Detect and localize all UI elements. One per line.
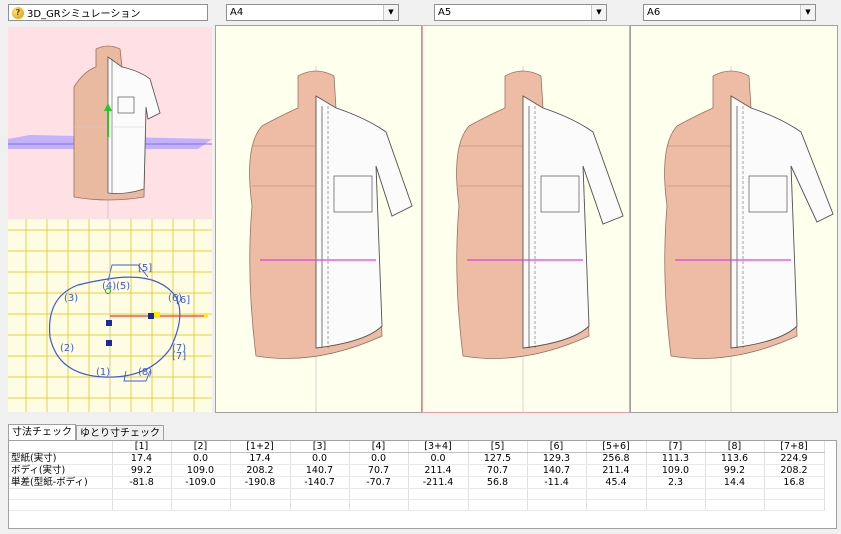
table-cell: 0.0 xyxy=(349,452,409,465)
table-cell: -11.4 xyxy=(527,476,587,489)
table-cell: 127.5 xyxy=(468,452,528,465)
view-select-1[interactable]: A4 ▼ xyxy=(226,4,399,21)
table-cell: 256.8 xyxy=(586,452,647,465)
row-label: ボディ(実寸) xyxy=(9,464,113,477)
column-header: [8] xyxy=(705,441,765,453)
view-select-1-value: A4 xyxy=(230,7,244,18)
view-select-3-value: A6 xyxy=(647,7,661,18)
garment-view-3[interactable] xyxy=(630,25,838,413)
table-cell: 99.2 xyxy=(112,464,172,477)
column-header: [2] xyxy=(171,441,231,453)
table-cell: -190.8 xyxy=(230,476,291,489)
chevron-down-icon[interactable]: ▼ xyxy=(383,5,398,20)
table-cell: 208.2 xyxy=(230,464,291,477)
table-cell: 45.4 xyxy=(586,476,647,489)
table-cell: 211.4 xyxy=(586,464,647,477)
body-point-marker[interactable] xyxy=(106,340,112,346)
window-title: 3D_GRシミュレーション xyxy=(27,9,141,20)
app-icon: ? xyxy=(12,6,24,19)
garment-view-2[interactable] xyxy=(422,25,630,413)
preview-3d-panel[interactable] xyxy=(8,27,212,219)
table-cell: 208.2 xyxy=(764,464,825,477)
table-cell: -211.4 xyxy=(408,476,469,489)
table-cell: 0.0 xyxy=(290,452,350,465)
table-cell: -70.7 xyxy=(349,476,409,489)
garment-render xyxy=(249,66,413,412)
grid-label: [7] xyxy=(172,351,186,362)
column-header: [7] xyxy=(646,441,706,453)
body-point-marker[interactable] xyxy=(154,312,160,318)
table-cell: 111.3 xyxy=(646,452,706,465)
grid-label: (5) xyxy=(116,281,130,292)
cross-section-diagram: [5] (4) (5) (3) (6) [6] (2) (7) [7] (1) … xyxy=(8,219,212,412)
chevron-down-icon[interactable]: ▼ xyxy=(591,5,606,20)
grid-label: (4) xyxy=(102,281,116,292)
column-header: [4] xyxy=(349,441,409,453)
table-header-row: [1] [2] [1+2] [3] [4] [3+4] [5] [6] [5+6… xyxy=(9,441,825,453)
view-select-3[interactable]: A6 ▼ xyxy=(643,4,816,21)
body-point-marker[interactable] xyxy=(148,313,154,319)
table-cell: 140.7 xyxy=(290,464,350,477)
column-header: [5] xyxy=(468,441,528,453)
table-cell: 113.6 xyxy=(705,452,765,465)
tab-dimension-check[interactable]: 寸法チェック xyxy=(8,424,76,441)
table-cell: 16.8 xyxy=(764,476,825,489)
table-cell: 129.3 xyxy=(527,452,587,465)
table-row: 単差(型紙-ボディ) -81.8 -109.0 -190.8 -140.7 -7… xyxy=(9,476,825,489)
tab-ease-check[interactable]: ゆとり寸チェック xyxy=(76,425,164,441)
grid-label: (2) xyxy=(60,343,74,354)
grid-label: (8) xyxy=(138,367,152,378)
body-point-marker[interactable] xyxy=(106,320,112,326)
view-select-2[interactable]: A5 ▼ xyxy=(434,4,607,21)
measurement-table: [1] [2] [1+2] [3] [4] [3+4] [5] [6] [5+6… xyxy=(8,440,837,529)
column-header: [5+6] xyxy=(586,441,647,453)
column-header: [6] xyxy=(527,441,587,453)
table-cell: 2.3 xyxy=(646,476,706,489)
table-cell: 224.9 xyxy=(764,452,825,465)
table-cell: -81.8 xyxy=(112,476,172,489)
table-cell: -109.0 xyxy=(171,476,231,489)
grid-label: [5] xyxy=(138,263,152,274)
column-header: [1+2] xyxy=(230,441,291,453)
table-cell: 17.4 xyxy=(230,452,291,465)
mannequin-preview xyxy=(8,45,212,219)
table-cell: -140.7 xyxy=(290,476,350,489)
row-label: 単差(型紙-ボディ) xyxy=(9,476,113,489)
garment-render xyxy=(456,66,624,412)
table-cell: 14.4 xyxy=(705,476,765,489)
grid-label: (1) xyxy=(96,367,110,378)
table-cell: 56.8 xyxy=(468,476,528,489)
table-cell: 140.7 xyxy=(527,464,587,477)
column-header xyxy=(9,441,113,453)
view-select-2-value: A5 xyxy=(438,7,452,18)
garment-view-1[interactable] xyxy=(215,25,422,413)
column-header: [7+8] xyxy=(764,441,825,453)
table-row-empty xyxy=(9,488,825,500)
column-header: [1] xyxy=(112,441,172,453)
chevron-down-icon[interactable]: ▼ xyxy=(800,5,815,20)
title-bar: ? 3D_GRシミュレーション xyxy=(8,4,208,21)
grid-label: (3) xyxy=(64,293,78,304)
table-cell: 109.0 xyxy=(646,464,706,477)
cross-section-grid[interactable]: [5] (4) (5) (3) (6) [6] (2) (7) [7] (1) … xyxy=(8,219,212,412)
garment-render xyxy=(664,66,834,412)
table-row: 型紙(実寸) 17.4 0.0 17.4 0.0 0.0 0.0 127.5 1… xyxy=(9,452,825,465)
table-cell: 211.4 xyxy=(408,464,469,477)
table-cell: 0.0 xyxy=(408,452,469,465)
table-cell: 99.2 xyxy=(705,464,765,477)
table-row: ボディ(実寸) 99.2 109.0 208.2 140.7 70.7 211.… xyxy=(9,464,825,477)
check-tabs: 寸法チェック ゆとり寸チェック xyxy=(8,424,164,441)
table-cell: 70.7 xyxy=(468,464,528,477)
table-cell: 0.0 xyxy=(171,452,231,465)
table-cell: 70.7 xyxy=(349,464,409,477)
column-header: [3] xyxy=(290,441,350,453)
table-cell: 109.0 xyxy=(171,464,231,477)
table-cell: 17.4 xyxy=(112,452,172,465)
grid-label: [6] xyxy=(176,295,190,306)
table-row-empty xyxy=(9,499,825,511)
column-header: [3+4] xyxy=(408,441,469,453)
row-label: 型紙(実寸) xyxy=(9,452,113,465)
